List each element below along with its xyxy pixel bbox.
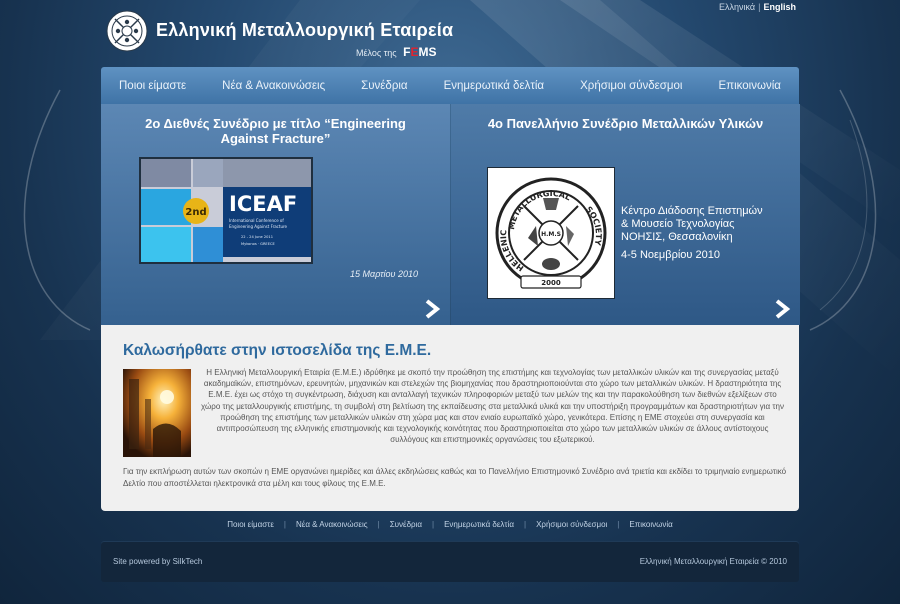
footer-nav-news[interactable]: Νέα & Ανακοινώσεις xyxy=(296,520,368,529)
footer-nav-newsletters[interactable]: Ενημερωτικά δελτία xyxy=(444,520,514,529)
conference-venue: Κέντρο Διάδοσης Επιστημών & Μουσείο Τεχν… xyxy=(621,205,781,262)
main-nav: Ποιοι είμαστε Νέα & Ανακοινώσεις Συνέδρι… xyxy=(101,67,799,104)
venue-line: Κέντρο Διάδοσης Επιστημών xyxy=(621,205,763,217)
nav-item-newsletters[interactable]: Ενημερωτικά δελτία xyxy=(444,80,545,92)
welcome-paragraph-2: Για την εκπλήρωση αυτών των σκοπών η ΕΜΕ… xyxy=(123,467,787,488)
feature-panel-right: 4ο Πανελλήνιο Συνέδριο Μεταλλικών Υλικών… xyxy=(451,104,800,325)
nav-item-links[interactable]: Χρήσιμοι σύνδεσμοι xyxy=(580,80,682,92)
svg-text:2000: 2000 xyxy=(541,279,561,287)
svg-text:Engineering Against Fracture: Engineering Against Fracture xyxy=(229,224,288,229)
chevron-right-icon[interactable] xyxy=(422,299,442,319)
nav-item-about[interactable]: Ποιοι είμαστε xyxy=(119,80,186,92)
lang-separator: | xyxy=(758,2,761,12)
site-title[interactable]: Ελληνική Μεταλλουργική Εταιρεία xyxy=(156,20,453,41)
language-switcher: Ελληνικά | English xyxy=(719,2,796,12)
footer-nav-conferences[interactable]: Συνέδρια xyxy=(390,520,422,529)
nav-item-news[interactable]: Νέα & Ανακοινώσεις xyxy=(222,80,325,92)
venue-line: ΝΟΗΣΙΣ, Θεσσαλονίκη xyxy=(621,231,733,243)
lang-greek-link[interactable]: Ελληνικά xyxy=(719,2,755,12)
welcome-title: Καλωσήρθατε στην ιστοσελίδα της Ε.Μ.Ε. xyxy=(123,342,432,359)
conference-dates: 4-5 Νοεμβρίου 2010 xyxy=(621,249,720,261)
foundry-image xyxy=(123,369,191,457)
iceaf-image[interactable]: 2nd ICEAF International Conference of En… xyxy=(139,157,313,264)
footer-nav: Ποιοι είμαστε | Νέα & Ανακοινώσεις | Συνέδρι… xyxy=(101,520,799,529)
svg-text:International Conference of: International Conference of xyxy=(229,218,284,223)
footer-separator: | xyxy=(432,520,435,529)
feature-date-left: 15 Μαρτίου 2010 xyxy=(350,269,418,279)
copyright: Ελληνική Μεταλλουργική Εταιρεία © 2010 xyxy=(639,557,787,566)
footer-separator: | xyxy=(617,520,620,529)
svg-text:H.M.S: H.M.S xyxy=(541,231,561,238)
iceaf-logo-text: ICEAF xyxy=(229,192,297,216)
lang-english-link[interactable]: English xyxy=(763,2,796,12)
footer-nav-about[interactable]: Ποιοι είμαστε xyxy=(227,520,274,529)
iceaf-badge: 2nd xyxy=(185,207,206,218)
footer-separator: | xyxy=(377,520,380,529)
feature-title-right[interactable]: 4ο Πανελλήνιο Συνέδριο Μεταλλικών Υλικών xyxy=(451,116,800,131)
feature-title-left[interactable]: 2ο Διεθνές Συνέδριο με τίτλο “Engineerin… xyxy=(101,116,450,146)
chevron-right-icon[interactable] xyxy=(772,299,792,319)
footer-separator: | xyxy=(524,520,527,529)
welcome-paragraph-1: Η Ελληνική Μεταλλουργική Εταιρία (Ε.Μ.Ε.… xyxy=(201,368,784,445)
svg-text:Mykonos · GREECE: Mykonos · GREECE xyxy=(241,242,275,246)
svg-text:22 - 24 June 2011: 22 - 24 June 2011 xyxy=(241,235,273,239)
footer-bar: Site powered by SilkTech Ελληνική Μεταλλ… xyxy=(101,541,799,582)
hms-seal-image[interactable]: METALLURGICAL HELLENIC SOCIETY H.M.S 200… xyxy=(487,167,615,299)
fems-logo[interactable]: FEMS xyxy=(403,45,436,59)
society-logo-icon[interactable] xyxy=(106,10,148,52)
nav-item-contact[interactable]: Επικοινωνία xyxy=(719,80,781,92)
member-of-fems: Μέλος της FEMS xyxy=(356,45,437,59)
member-prefix: Μέλος της xyxy=(356,48,397,58)
footer-nav-links[interactable]: Χρήσιμοι σύνδεσμοι xyxy=(536,520,607,529)
footer-nav-contact[interactable]: Επικοινωνία xyxy=(629,520,672,529)
welcome-section: Καλωσήρθατε στην ιστοσελίδα της Ε.Μ.Ε. Η… xyxy=(101,325,799,511)
footer-separator: | xyxy=(283,520,286,529)
feature-panel-left: 2ο Διεθνές Συνέδριο με τίτλο “Engineerin… xyxy=(101,104,450,325)
nav-item-conferences[interactable]: Συνέδρια xyxy=(361,80,407,92)
powered-by-link[interactable]: Site powered by SilkTech xyxy=(113,557,202,566)
venue-line: & Μουσείο Τεχνολογίας xyxy=(621,218,735,230)
